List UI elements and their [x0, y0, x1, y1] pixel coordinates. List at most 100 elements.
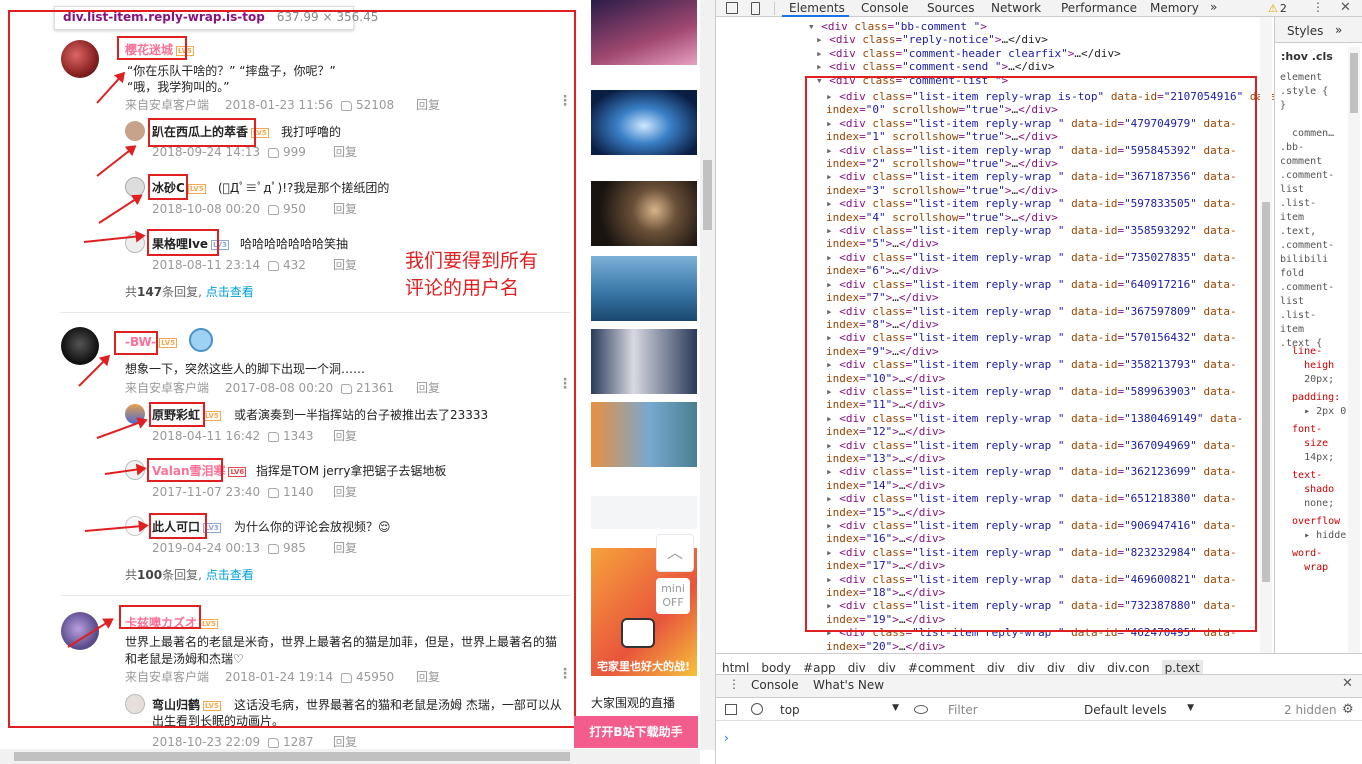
mini-player[interactable]: mini OFF: [656, 578, 690, 614]
like-icon[interactable]: [268, 487, 279, 498]
inspect-icon[interactable]: [726, 2, 738, 14]
dom-node[interactable]: ▸ <div class="reply-notice">…</div>: [816, 33, 1121, 46]
like-icon[interactable]: [268, 431, 279, 442]
username-box: [117, 36, 187, 60]
back-to-top-button[interactable]: ︿: [656, 534, 694, 572]
settings-menu-icon[interactable]: ⋮: [1312, 0, 1324, 14]
reply-button[interactable]: 回复: [333, 143, 357, 160]
device-toolbar-icon[interactable]: [751, 2, 760, 15]
video-thumbnail[interactable]: [591, 402, 697, 467]
reply-text: (ﾟДﾟ≡ﾟдﾟ)!?我是那个搓纸团的: [218, 181, 390, 195]
clear-console-icon[interactable]: [751, 703, 763, 715]
close-drawer-icon[interactable]: ✕: [1342, 676, 1353, 691]
reply-button[interactable]: 回复: [333, 483, 357, 500]
video-thumbnail[interactable]: [591, 0, 697, 65]
reply-button[interactable]: 回复: [333, 733, 357, 750]
console-prompt-icon[interactable]: ›: [724, 731, 729, 745]
video-thumbnail[interactable]: [591, 329, 697, 394]
divider: [60, 312, 570, 313]
styles-filter[interactable]: :hov .cls: [1281, 50, 1333, 63]
dom-node[interactable]: ▾ <div class="bb-comment ">: [808, 20, 1121, 33]
video-thumbnail[interactable]: [591, 181, 697, 246]
context-selector[interactable]: top ▼: [780, 703, 905, 717]
tab-console[interactable]: Console: [861, 1, 909, 15]
more-icon[interactable]: ⋮: [558, 376, 572, 392]
view-more-link[interactable]: 点击查看: [206, 283, 254, 300]
reply-button[interactable]: 回复: [416, 96, 440, 113]
sidebar-toggle-icon[interactable]: [725, 704, 737, 715]
like-icon[interactable]: [341, 672, 352, 683]
vertical-scrollbar[interactable]: [700, 0, 715, 750]
tab-memory[interactable]: Memory: [1150, 1, 1199, 15]
reply-meta: 2018-10-23 22:09 1287 回复: [152, 733, 358, 750]
scrollbar-thumb[interactable]: [14, 752, 570, 761]
like-icon[interactable]: [268, 737, 279, 748]
breadcrumb-item[interactable]: #app: [803, 661, 836, 675]
reply-button[interactable]: 回复: [333, 427, 357, 444]
video-thumbnail[interactable]: [591, 256, 697, 321]
video-thumbnail[interactable]: [591, 90, 697, 155]
live-caption[interactable]: 大家围观的直播: [591, 694, 675, 711]
breadcrumb-item[interactable]: html: [722, 661, 749, 675]
breadcrumb-item[interactable]: body: [761, 661, 791, 675]
view-more-link[interactable]: 点击查看: [206, 566, 254, 583]
like-icon[interactable]: [268, 260, 279, 271]
avatar[interactable]: [125, 121, 145, 141]
reply-button[interactable]: 回复: [333, 256, 357, 273]
dom-scrollbar[interactable]: [1260, 17, 1272, 653]
horizontal-scrollbar[interactable]: [0, 749, 700, 764]
close-icon[interactable]: ✕: [1340, 0, 1351, 15]
like-icon[interactable]: [341, 100, 352, 111]
download-helper-button[interactable]: 打开B站下载助手: [574, 716, 698, 748]
breadcrumb-item[interactable]: div: [848, 661, 866, 675]
tab-elements[interactable]: Elements: [789, 1, 845, 15]
avatar[interactable]: [61, 40, 99, 78]
more-icon[interactable]: ⋮: [558, 93, 572, 109]
hidden-count: 2 hidden: [1284, 703, 1337, 717]
dom-node[interactable]: ▸ <div class="comment-send ">…</div>: [816, 60, 1121, 73]
eye-icon[interactable]: [914, 705, 928, 714]
tab-console-drawer[interactable]: Console: [751, 678, 799, 692]
username-box: [147, 458, 223, 482]
reply-button[interactable]: 回复: [416, 379, 440, 396]
breadcrumb-item[interactable]: div: [987, 661, 1005, 675]
reply-username[interactable]: 弯山归鹤 LV5: [152, 696, 221, 713]
dom-node[interactable]: ▸ <div class="comment-header clearfix">……: [816, 47, 1121, 60]
scrollbar-thumb[interactable]: [1262, 202, 1270, 582]
scrollbar-thumb[interactable]: [703, 160, 712, 230]
tab-network[interactable]: Network: [991, 1, 1041, 15]
banner-text: 宅家里也好大的战!: [597, 660, 691, 673]
styles-pane: Styles » :hov .cls element .style { } co…: [1274, 17, 1362, 653]
breadcrumb-item[interactable]: #comment: [908, 661, 975, 675]
breadcrumb-item[interactable]: div: [1077, 661, 1095, 675]
reply-button[interactable]: 回复: [333, 539, 357, 556]
more-tabs-icon[interactable]: »: [1210, 0, 1217, 14]
reply-button[interactable]: 回复: [416, 668, 440, 685]
avatar[interactable]: [125, 694, 145, 714]
reply-button[interactable]: 回复: [333, 200, 357, 217]
breadcrumb: html body #app div div #comment div div div div di…: [716, 653, 1362, 676]
reply-meta: 2018-04-11 16:42 1343 回复: [152, 427, 358, 444]
like-icon[interactable]: [341, 383, 352, 394]
like-icon[interactable]: [268, 147, 279, 158]
breadcrumb-item[interactable]: div: [878, 661, 896, 675]
breadcrumb-item[interactable]: div: [1047, 661, 1065, 675]
warning-icon[interactable]: ⚠ 2: [1268, 2, 1287, 15]
tab-sources[interactable]: Sources: [927, 1, 974, 15]
drawer-menu-icon[interactable]: ⋮: [728, 677, 740, 691]
more-tabs-icon[interactable]: »: [1335, 23, 1342, 37]
scrollbar-thumb[interactable]: [1350, 53, 1358, 113]
breadcrumb-item[interactable]: div: [1017, 661, 1035, 675]
like-icon[interactable]: [268, 543, 279, 554]
console-settings-icon[interactable]: ⚙: [1342, 702, 1354, 717]
avatar[interactable]: [61, 327, 99, 365]
like-icon[interactable]: [268, 204, 279, 215]
breadcrumb-item[interactable]: div.con: [1107, 661, 1149, 675]
more-icon[interactable]: ⋮: [558, 666, 572, 682]
console-filter-input[interactable]: Filter: [948, 703, 978, 717]
log-levels-dropdown[interactable]: Default levels ▼: [1084, 703, 1194, 717]
tab-styles[interactable]: Styles: [1287, 24, 1323, 38]
styles-scrollbar[interactable]: [1348, 47, 1360, 653]
tab-performance[interactable]: Performance: [1061, 1, 1137, 15]
tab-whats-new[interactable]: What's New: [813, 678, 884, 692]
